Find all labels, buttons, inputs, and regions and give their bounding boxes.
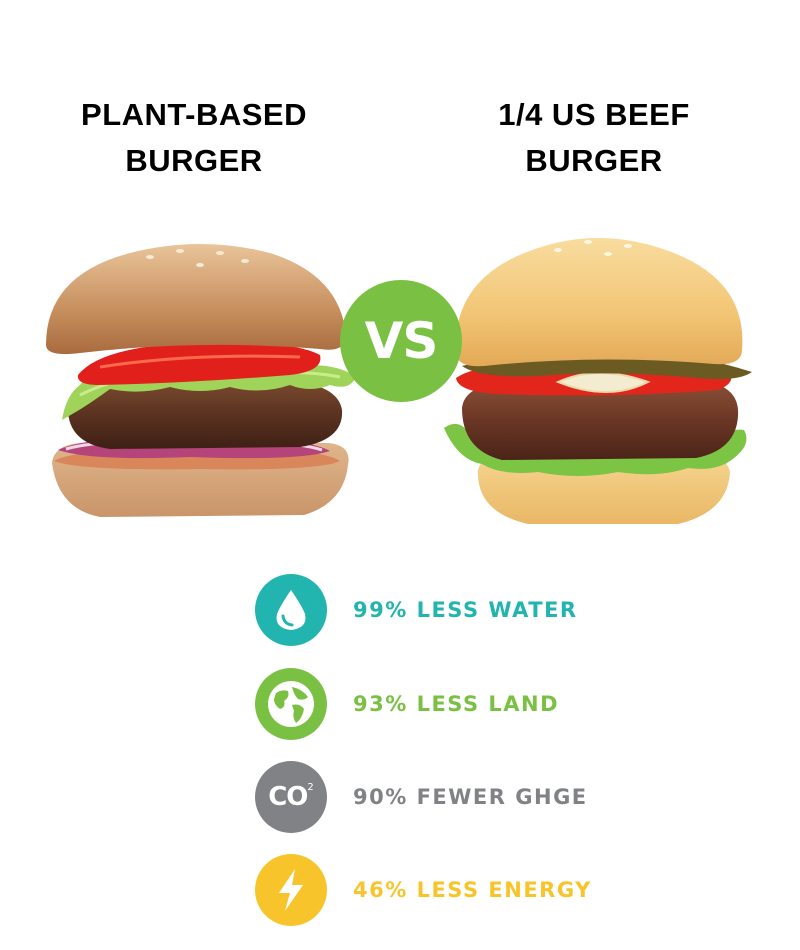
stat-energy: 46% LESS ENERGY bbox=[255, 853, 592, 927]
stat-water: 99% LESS WATER bbox=[255, 573, 578, 647]
beef-title-line1: 1/4 US BEEF bbox=[498, 97, 690, 132]
co2-icon-text: CO bbox=[268, 782, 308, 812]
globe-icon bbox=[255, 668, 327, 740]
lightning-bolt-icon bbox=[255, 854, 327, 926]
co2-icon: CO 2 bbox=[255, 761, 327, 833]
beef-burger-image bbox=[444, 238, 752, 524]
vs-label: VS bbox=[364, 312, 439, 370]
plant-based-title-line1: PLANT-BASED bbox=[81, 97, 307, 132]
beef-title-line2: BURGER bbox=[525, 143, 663, 178]
ghge-stat-label: 90% FEWER GHGE bbox=[353, 785, 588, 809]
land-stat-label: 93% LESS LAND bbox=[353, 692, 560, 716]
plant-based-title-line2: BURGER bbox=[125, 143, 263, 178]
stat-land: 93% LESS LAND bbox=[255, 667, 559, 741]
water-stat-label: 99% LESS WATER bbox=[353, 598, 578, 622]
vs-badge: VS bbox=[340, 280, 462, 402]
plant-based-burger-image bbox=[46, 244, 356, 517]
stat-ghge: CO 2 90% FEWER GHGE bbox=[255, 760, 588, 834]
co2-icon-sup: 2 bbox=[307, 781, 314, 793]
water-drop-icon bbox=[255, 574, 327, 646]
energy-stat-label: 46% LESS ENERGY bbox=[353, 878, 592, 902]
plant-based-burger-title: PLANT-BASED BURGER bbox=[44, 92, 344, 184]
beef-burger-title: 1/4 US BEEF BURGER bbox=[444, 92, 744, 184]
